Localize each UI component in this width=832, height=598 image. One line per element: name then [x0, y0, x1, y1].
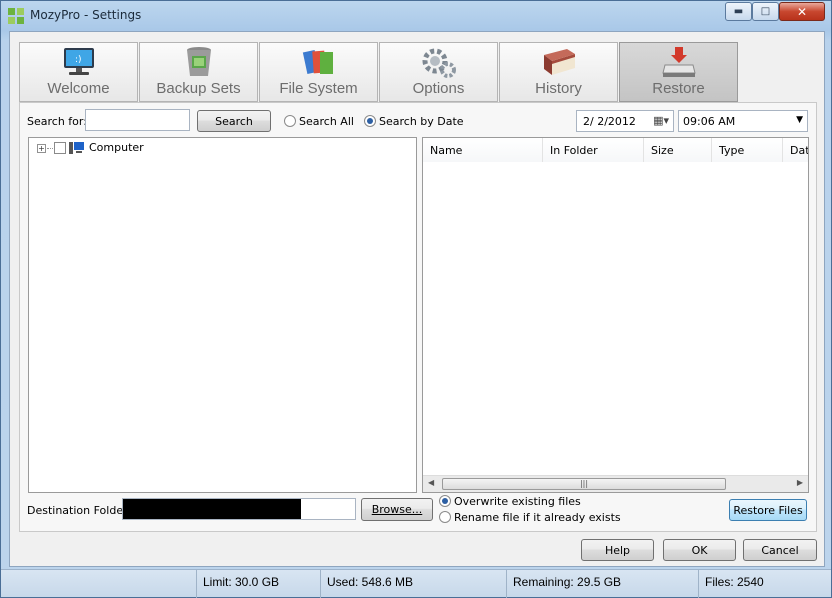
- destination-folder-label: Destination Folder:: [27, 504, 132, 517]
- help-button[interactable]: Help: [581, 539, 654, 561]
- file-list[interactable]: Name In Folder Size Type Dat ◀ ||| ▶: [422, 137, 809, 493]
- tree-connector: [47, 148, 53, 149]
- search-label: Search for:: [27, 115, 87, 128]
- search-all-label[interactable]: Search All: [299, 115, 354, 128]
- date-value: 2/ 2/2012: [583, 115, 636, 128]
- tab-file-system[interactable]: File System: [259, 42, 378, 102]
- computer-checkbox[interactable]: [54, 142, 66, 154]
- time-select[interactable]: 09:06 AM ▼: [678, 110, 808, 132]
- tab-restore-label: Restore: [652, 80, 705, 97]
- close-icon: ✕: [796, 4, 808, 19]
- scroll-right-icon[interactable]: ▶: [797, 478, 803, 487]
- restore-drive-icon: [659, 45, 699, 79]
- maximize-icon: □: [760, 6, 771, 17]
- tab-restore[interactable]: Restore: [619, 42, 738, 102]
- date-picker[interactable]: 2/ 2/2012 ▦▾: [576, 110, 674, 132]
- search-input[interactable]: [85, 109, 190, 131]
- horizontal-scrollbar[interactable]: ◀ ||| ▶: [423, 475, 808, 492]
- ok-button[interactable]: OK: [663, 539, 736, 561]
- minimize-icon: ▬: [733, 6, 744, 17]
- status-used: Used: 548.6 MB: [320, 570, 506, 598]
- tab-backup-sets[interactable]: Backup Sets: [139, 42, 258, 102]
- expand-icon[interactable]: +: [37, 144, 46, 153]
- search-by-date-radio[interactable]: [364, 115, 376, 127]
- trash-can-icon: [179, 45, 219, 79]
- scrollbar-thumb[interactable]: |||: [442, 478, 726, 490]
- maximize-button[interactable]: □: [752, 2, 779, 21]
- tab-strip: :) Welcome Backup Sets File System Optio…: [19, 42, 817, 102]
- calendar-dropdown-icon[interactable]: ▦▾: [653, 114, 669, 127]
- mozypro-app-icon: [8, 8, 24, 24]
- column-date[interactable]: Dat: [783, 138, 808, 162]
- window-title: MozyPro - Settings: [30, 8, 142, 22]
- tab-options[interactable]: Options: [379, 42, 498, 102]
- settings-client-area: :) Welcome Backup Sets File System Optio…: [9, 31, 825, 567]
- tab-file-system-label: File System: [279, 80, 358, 97]
- rename-label[interactable]: Rename file if it already exists: [454, 511, 621, 524]
- folder-tree[interactable]: + Computer: [28, 137, 417, 493]
- computer-icon: [69, 141, 84, 155]
- rename-radio[interactable]: [439, 511, 451, 523]
- minimize-button[interactable]: ▬: [725, 2, 752, 21]
- scroll-left-icon[interactable]: ◀: [428, 478, 434, 487]
- search-all-radio[interactable]: [284, 115, 296, 127]
- tab-welcome[interactable]: :) Welcome: [19, 42, 138, 102]
- mozypro-settings-window: MozyPro - Settings ▬ □ ✕ :) Welcome Back…: [0, 0, 832, 598]
- tab-history-label: History: [535, 80, 582, 97]
- title-bar[interactable]: MozyPro - Settings ▬ □ ✕: [1, 1, 831, 31]
- chevron-down-icon: ▼: [796, 115, 803, 125]
- book-icon: [539, 45, 579, 79]
- browse-label: Browse...: [371, 503, 423, 516]
- search-by-date-label[interactable]: Search by Date: [379, 115, 464, 128]
- search-button[interactable]: Search: [197, 110, 271, 132]
- overwrite-label[interactable]: Overwrite existing files: [454, 495, 581, 508]
- status-remaining: Remaining: 29.5 GB: [506, 570, 698, 598]
- redacted-path: [123, 499, 301, 519]
- status-limit: Limit: 30.0 GB: [196, 570, 320, 598]
- tab-backup-sets-label: Backup Sets: [156, 80, 241, 97]
- browse-button[interactable]: Browse...: [361, 498, 433, 521]
- tab-options-label: Options: [412, 80, 465, 97]
- gears-icon: [419, 45, 459, 79]
- column-type[interactable]: Type: [712, 138, 783, 162]
- column-name[interactable]: Name: [423, 138, 543, 162]
- column-in-folder[interactable]: In Folder: [543, 138, 644, 162]
- status-files: Files: 2540: [698, 570, 831, 598]
- overwrite-radio[interactable]: [439, 495, 451, 507]
- cancel-button[interactable]: Cancel: [743, 539, 817, 561]
- restore-files-button[interactable]: Restore Files: [729, 499, 807, 521]
- time-value: 09:06 AM: [683, 115, 736, 128]
- svg-text::): :): [75, 55, 82, 65]
- status-bar: Limit: 30.0 GB Used: 548.6 MB Remaining:…: [1, 569, 831, 598]
- tab-welcome-label: Welcome: [47, 80, 110, 97]
- computer-tree-label[interactable]: Computer: [89, 141, 144, 154]
- column-size[interactable]: Size: [644, 138, 712, 162]
- monitor-icon: :): [59, 45, 99, 79]
- destination-folder-input[interactable]: [122, 498, 356, 520]
- restore-panel: Search for: Search Search All Search by …: [19, 102, 817, 532]
- close-button[interactable]: ✕: [779, 2, 825, 21]
- tab-history[interactable]: History: [499, 42, 618, 102]
- folders-icon: [299, 45, 339, 79]
